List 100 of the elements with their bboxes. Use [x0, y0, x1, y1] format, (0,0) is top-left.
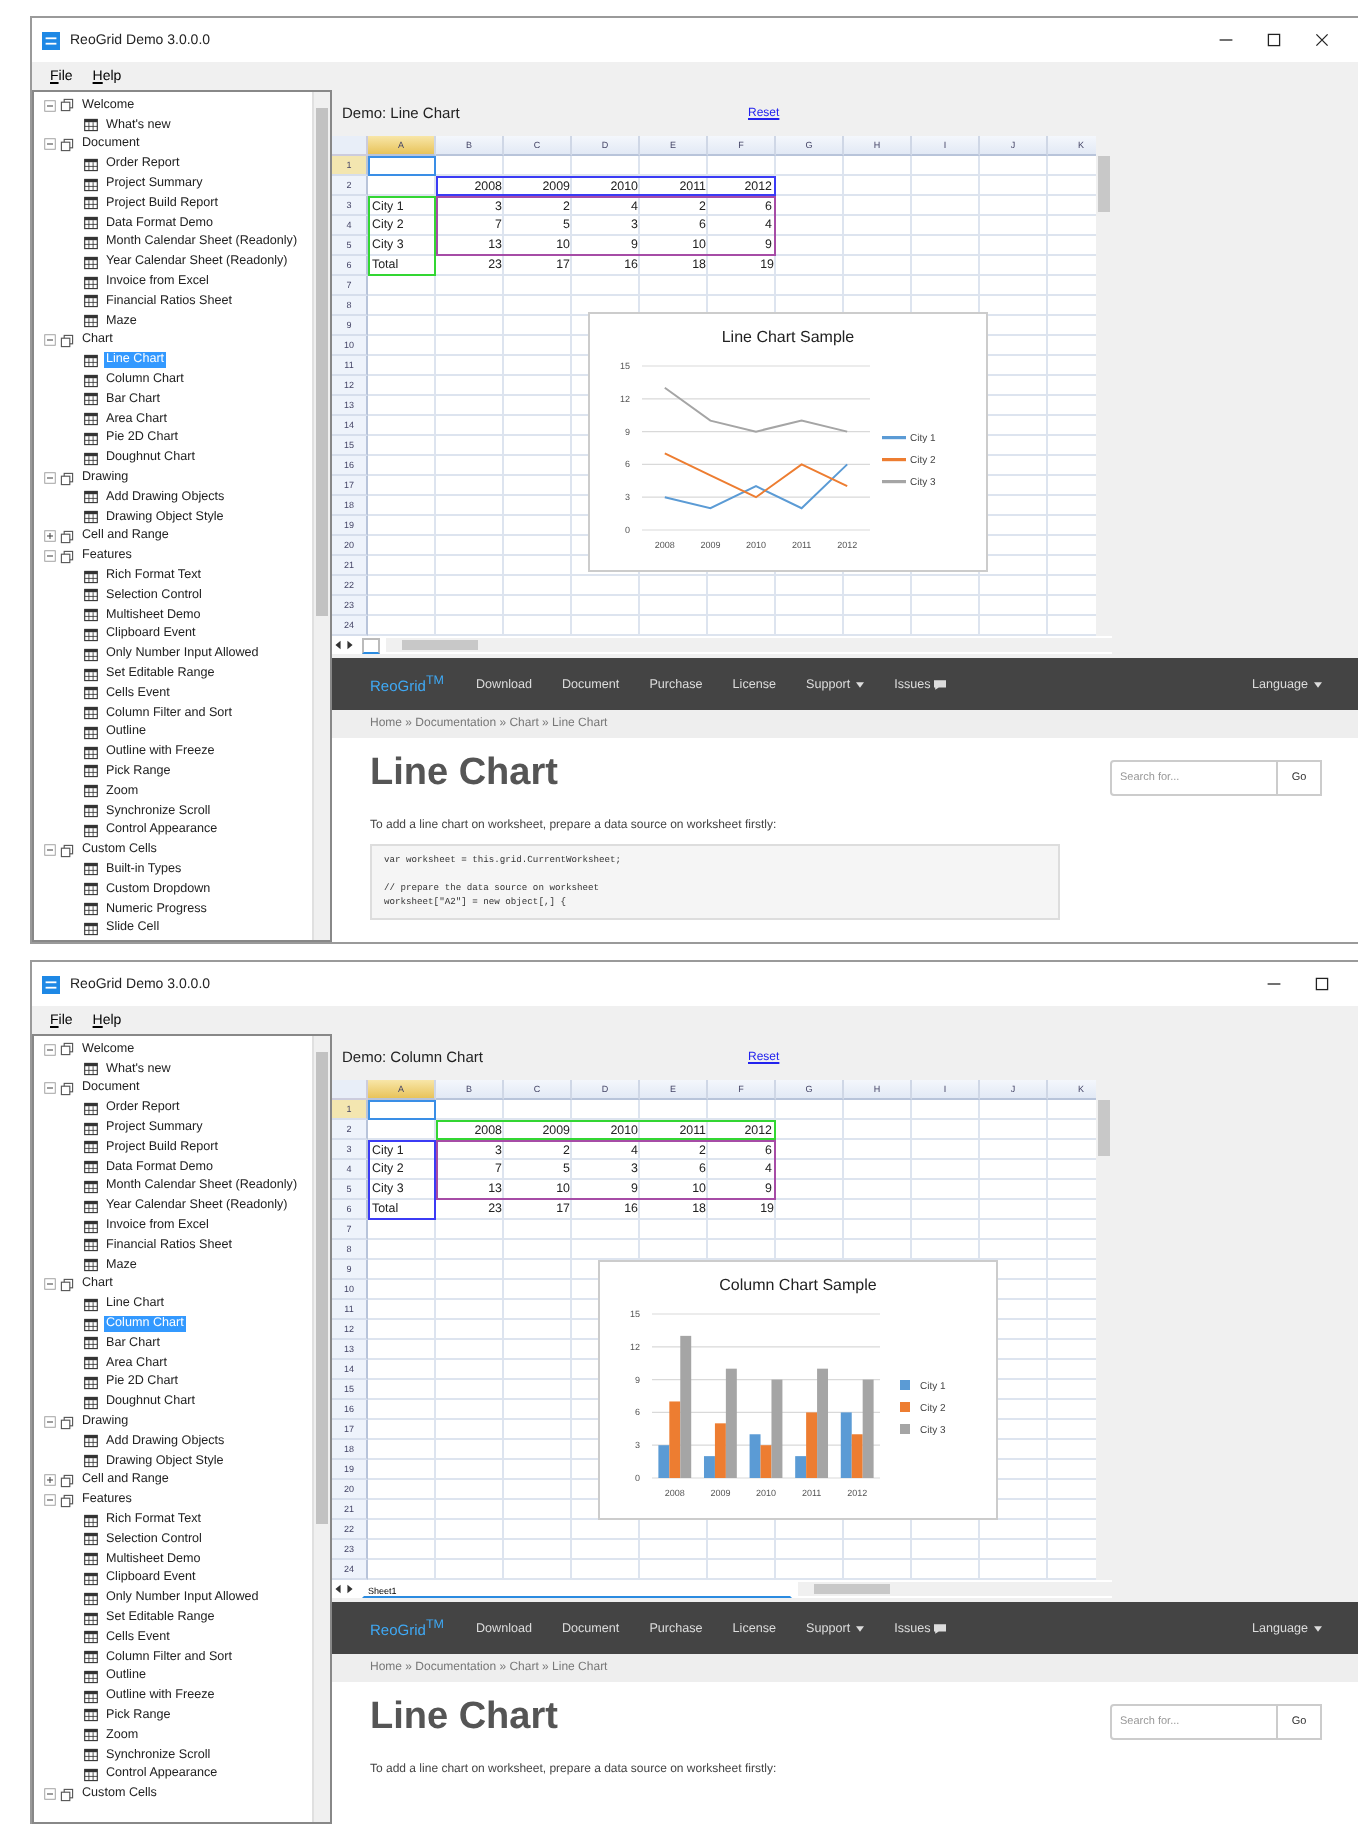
- sheets-icon: [60, 1042, 74, 1057]
- sheets-icon: [60, 333, 74, 348]
- grid-icon: [84, 921, 98, 936]
- collapse-icon[interactable]: [44, 1043, 56, 1056]
- grid-icon: [84, 118, 98, 133]
- grid-icon: [84, 745, 98, 760]
- grid-icon: [84, 1611, 98, 1625]
- grid-icon: [84, 862, 98, 877]
- grid-icon: [84, 1121, 98, 1136]
- grid-icon: [84, 1199, 98, 1214]
- page-heading: Line Chart: [370, 752, 558, 796]
- collapse-icon[interactable]: [44, 99, 56, 112]
- grid-icon: [84, 1101, 98, 1116]
- grid-icon: [84, 275, 98, 290]
- grid-icon: [84, 431, 98, 446]
- grid-icon: [84, 1708, 98, 1723]
- grid-icon: [84, 706, 98, 721]
- sheet-nav-arrows-icon[interactable]: [332, 1582, 356, 1596]
- selected-cell[interactable]: [368, 1100, 436, 1120]
- grid-icon: [84, 1219, 98, 1234]
- grid-icon: [84, 1532, 98, 1547]
- grid-icon: [84, 392, 98, 407]
- grid-icon: [84, 882, 98, 897]
- grid-icon: [84, 1375, 98, 1390]
- grid-icon: [84, 177, 98, 192]
- grid-icon: [84, 902, 98, 917]
- collapse-icon[interactable]: [44, 1494, 56, 1507]
- maximize-icon[interactable]: [1314, 976, 1330, 992]
- selected-cell[interactable]: [368, 156, 436, 176]
- grid-icon: [84, 1552, 98, 1567]
- grid-icon: [84, 353, 98, 368]
- grid-icon: [84, 764, 98, 779]
- grid-icon: [84, 1650, 98, 1665]
- grid-icon: [84, 1258, 98, 1273]
- grid-icon: [84, 1591, 98, 1606]
- grid-icon: [84, 784, 98, 799]
- collapse-icon[interactable]: [44, 1788, 56, 1801]
- collapse-icon[interactable]: [44, 1278, 56, 1291]
- grid-icon: [84, 1395, 98, 1410]
- grid-icon: [84, 1454, 98, 1469]
- scrollbar[interactable]: [312, 92, 330, 940]
- sheets-icon: [60, 1081, 74, 1096]
- grid-icon: [84, 1179, 98, 1194]
- grid-icon: [84, 1513, 98, 1528]
- select-all-corner[interactable]: [332, 1080, 368, 1100]
- grid-icon: [84, 1317, 98, 1332]
- grid-icon: [84, 1669, 98, 1684]
- sheets-icon: [60, 98, 74, 113]
- grid-icon: [84, 608, 98, 623]
- grid-icon: [84, 1571, 98, 1586]
- chart-title: Line Chart Sample: [719, 326, 857, 350]
- expand-icon[interactable]: [44, 1474, 56, 1487]
- grid-icon: [84, 1728, 98, 1743]
- grid-icon: [84, 1630, 98, 1645]
- grid-icon: [84, 667, 98, 681]
- grid-icon: [84, 294, 98, 309]
- grid-icon: [84, 1140, 98, 1155]
- grid-icon: [84, 1767, 98, 1782]
- grid-icon: [84, 255, 98, 270]
- caret-icon: [1314, 681, 1322, 687]
- collapse-icon[interactable]: [44, 138, 56, 151]
- collapse-icon[interactable]: [44, 472, 56, 485]
- grid-icon: [84, 823, 98, 838]
- chat-icon: [934, 679, 947, 689]
- grid-icon: [84, 1160, 98, 1175]
- sheet-tab[interactable]: [362, 637, 380, 653]
- grid-icon: [84, 510, 98, 525]
- maximize-icon[interactable]: [1266, 32, 1282, 48]
- grid-icon: [84, 216, 98, 231]
- caret-icon: [1314, 1625, 1322, 1631]
- sheet-nav-arrows-icon[interactable]: [332, 638, 356, 652]
- page-heading: Line Chart: [370, 1696, 558, 1740]
- collapse-icon[interactable]: [44, 334, 56, 347]
- collapse-icon[interactable]: [44, 1082, 56, 1095]
- grid-icon: [84, 196, 98, 211]
- sheets-icon: [60, 137, 74, 152]
- collapse-icon[interactable]: [44, 844, 56, 857]
- expand-icon[interactable]: [44, 530, 56, 543]
- grid-icon: [84, 1748, 98, 1763]
- grid-icon: [84, 1689, 98, 1704]
- scrollbar[interactable]: [386, 638, 1112, 652]
- chat-icon: [934, 1623, 947, 1633]
- grid-icon: [84, 1297, 98, 1312]
- select-all-corner[interactable]: [332, 136, 368, 156]
- grid-icon: [84, 235, 98, 250]
- sheets-icon: [60, 1787, 74, 1802]
- grid-icon: [84, 157, 98, 172]
- caret-icon: [856, 681, 865, 687]
- scrollbar[interactable]: [798, 1582, 1112, 1596]
- collapse-icon[interactable]: [44, 550, 56, 563]
- grid-icon: [84, 490, 98, 505]
- sheets-icon: [60, 1415, 74, 1430]
- scrollbar[interactable]: [312, 1036, 330, 1822]
- collapse-icon[interactable]: [44, 1416, 56, 1429]
- grid-icon: [84, 412, 98, 427]
- chart-title: Column Chart Sample: [717, 1274, 879, 1298]
- grid-icon: [84, 647, 98, 662]
- close-icon[interactable]: [1314, 32, 1330, 48]
- grid-icon: [84, 1336, 98, 1351]
- grid-icon: [84, 725, 98, 740]
